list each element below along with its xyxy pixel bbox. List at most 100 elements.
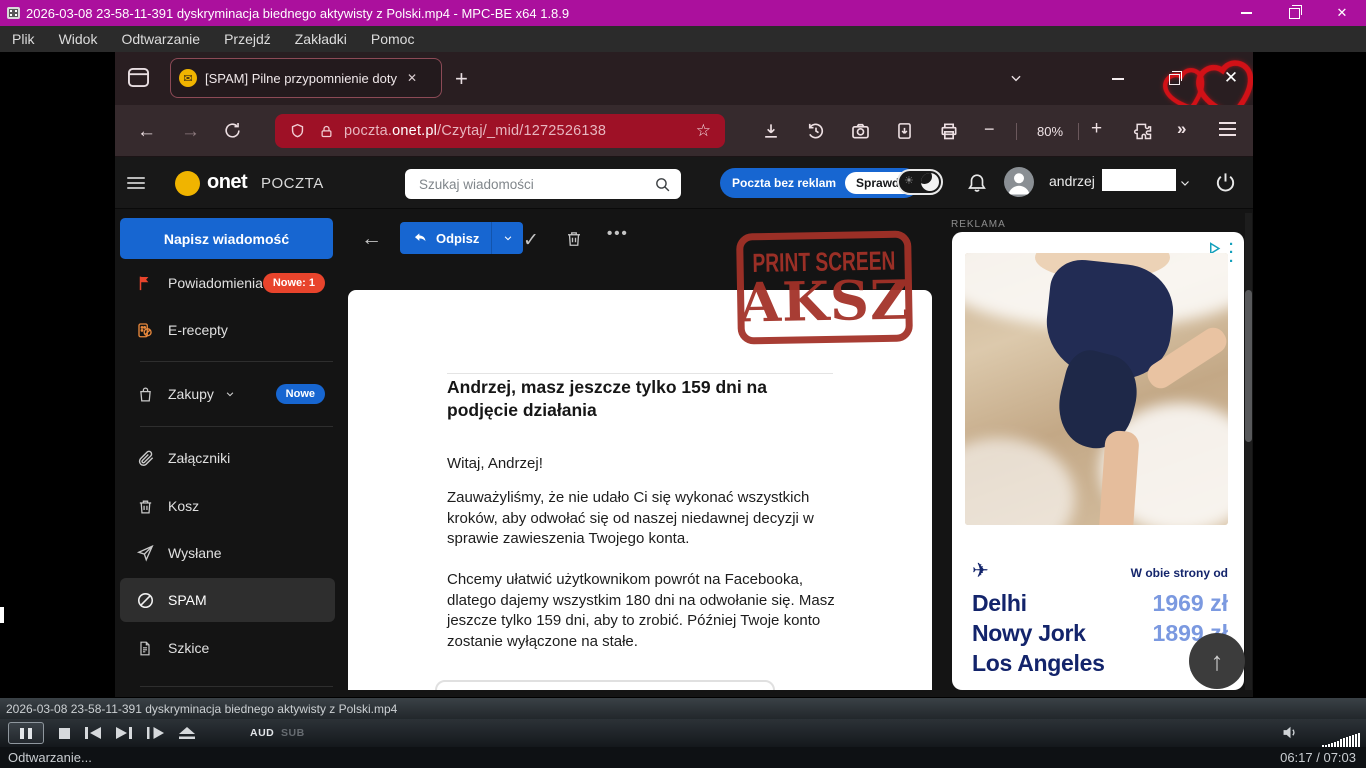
more-options-icon[interactable]: ••• <box>607 225 629 242</box>
mpc-menubar: Plik Widok Odtwarzanie Przejdź Zakładki … <box>0 26 1366 52</box>
reply-button[interactable]: Odpisz <box>400 222 491 254</box>
expand-chevron-icon[interactable] <box>224 389 236 399</box>
menu-zakladki[interactable]: Zakładki <box>283 31 359 47</box>
sidebar-item-szkice[interactable]: Szkice <box>120 628 335 668</box>
sidebar-item-erecepty[interactable]: E-recepty <box>120 310 335 350</box>
watermark-line2: AKSZ <box>739 275 911 328</box>
mark-read-check-icon[interactable]: ✓ <box>523 229 539 252</box>
url-bar[interactable]: poczta.onet.pl/Czytaj/_mid/1272526138 ☆ <box>275 114 725 148</box>
ad-destination-row[interactable]: Nowy Jork 1899 zł <box>972 618 1228 648</box>
send-icon <box>134 544 156 562</box>
subtitle-track-label[interactable]: SUB <box>281 719 305 747</box>
seekbar-filename: 2026-03-08 23-58-11-391 dyskryminacja bi… <box>6 702 397 716</box>
stop-button[interactable] <box>59 728 70 739</box>
back-arrow-icon[interactable]: ← <box>361 227 382 251</box>
account-chevron-icon[interactable] <box>1178 177 1192 189</box>
browser-close-icon[interactable]: ✕ <box>1217 64 1245 92</box>
history-icon[interactable] <box>806 121 826 141</box>
ad-destination-row[interactable]: Delhi 1969 zł <box>972 588 1228 618</box>
speaker-icon[interactable] <box>1281 724 1300 741</box>
save-page-icon[interactable] <box>895 121 914 141</box>
new-tab-button[interactable]: + <box>455 66 468 92</box>
airplane-icon: ✈ <box>972 558 989 583</box>
menu-przejdz[interactable]: Przejdź <box>212 31 283 47</box>
search-icon[interactable] <box>654 176 671 193</box>
step-button[interactable] <box>147 727 164 739</box>
sidebar-item-powiadomienia[interactable]: Powiadomienia Nowe: 1 <box>120 263 335 303</box>
search-input[interactable] <box>417 176 654 193</box>
page-scrollbar[interactable] <box>1245 213 1252 690</box>
extensions-puzzle-icon[interactable] <box>1133 121 1153 141</box>
menu-widok[interactable]: Widok <box>47 31 110 47</box>
print-icon[interactable] <box>939 121 959 141</box>
eject-button[interactable] <box>179 727 195 739</box>
sidebar-item-wyslane[interactable]: Wysłane <box>120 533 335 573</box>
menu-plik[interactable]: Plik <box>0 31 47 47</box>
tabs-dropdown-icon[interactable] <box>1008 71 1024 85</box>
bookmark-star-icon[interactable]: ☆ <box>696 121 711 141</box>
pause-button[interactable] <box>8 722 44 744</box>
browser-restore-icon[interactable] <box>1161 66 1187 92</box>
user-avatar[interactable] <box>1004 167 1034 197</box>
restore-button[interactable] <box>1270 0 1318 26</box>
menu-odtwarzanie[interactable]: Odtwarzanie <box>109 31 212 47</box>
back-icon[interactable]: ← <box>137 121 156 143</box>
ad-menu-dots-icon[interactable]: ... <box>1229 237 1233 262</box>
firefox-view-icon[interactable] <box>127 67 150 88</box>
browser-tab[interactable]: ✉ [SPAM] Pilne przypomnienie doty ✕ <box>170 58 442 98</box>
ad-city: Los Angeles <box>972 650 1105 677</box>
video-artifact <box>0 607 4 623</box>
menu-pomoc[interactable]: Pomoc <box>359 31 427 47</box>
url-text: poczta.onet.pl/Czytaj/_mid/1272526138 <box>344 123 606 139</box>
sun-icon: ☀ <box>904 174 914 187</box>
sidebar-item-spam[interactable]: SPAM <box>120 578 335 622</box>
toolbar-separator <box>1078 123 1079 140</box>
sidebar-divider <box>140 686 333 687</box>
audio-track-label[interactable]: AUD <box>250 719 274 747</box>
sidebar-item-zakupy[interactable]: Zakupy Nowe <box>120 374 335 414</box>
shield-icon[interactable] <box>289 122 306 140</box>
ad-card[interactable]: ... ✈ W obie strony od Delhi <box>952 232 1244 690</box>
close-button[interactable]: ✕ <box>1318 0 1366 26</box>
overflow-chevrons-icon[interactable]: » <box>1177 119 1186 139</box>
download-icon[interactable] <box>761 121 781 141</box>
player-statusbar: Odtwarzanie... 06:17 / 07:03 <box>0 747 1366 768</box>
zoom-in-icon[interactable]: + <box>1091 118 1102 140</box>
sidebar-item-zalaczniki[interactable]: Załączniki <box>120 438 335 478</box>
premium-promo-button[interactable]: Poczta bez reklam Sprawdź <box>720 168 919 198</box>
previous-button[interactable] <box>85 727 101 739</box>
delete-message-icon[interactable] <box>565 229 583 248</box>
logout-power-icon[interactable] <box>1214 171 1237 194</box>
onet-logo-text[interactable]: onet <box>207 171 247 194</box>
browser-minimize-icon[interactable] <box>1105 66 1131 92</box>
zoom-out-icon[interactable]: − <box>984 119 995 140</box>
compose-button[interactable]: Napisz wiadomość <box>120 218 333 259</box>
ad-city: Delhi <box>972 590 1027 617</box>
app-hamburger-icon[interactable] <box>127 174 145 192</box>
forward-icon[interactable]: → <box>181 121 200 143</box>
zoom-level[interactable]: 80% <box>1029 124 1071 139</box>
scrollbar-thumb[interactable] <box>1245 290 1252 442</box>
browser-menu-icon[interactable] <box>1219 122 1236 136</box>
next-button[interactable] <box>116 727 132 739</box>
seekbar[interactable]: 2026-03-08 23-58-11-391 dyskryminacja bi… <box>0 697 1366 719</box>
watermark-stamp: PRINT SCREEN AKSZ <box>736 230 913 344</box>
minimize-button[interactable] <box>1222 0 1270 26</box>
screenshot-camera-icon[interactable] <box>850 121 871 141</box>
username-text: andrzej <box>1049 173 1095 189</box>
video-area[interactable]: ✉ [SPAM] Pilne przypomnienie doty ✕ + ✕ <box>0 52 1366 697</box>
onet-logo-icon[interactable] <box>175 171 200 196</box>
onet-mail-favicon: ✉ <box>179 69 197 87</box>
reply-dropdown[interactable] <box>491 222 523 254</box>
ad-photo <box>965 253 1228 525</box>
search-box[interactable] <box>405 169 681 199</box>
reload-icon[interactable] <box>223 121 242 140</box>
notifications-bell-icon[interactable] <box>966 171 988 194</box>
theme-toggle[interactable]: ☀ <box>897 169 943 195</box>
lock-icon[interactable] <box>319 123 334 140</box>
tab-title: [SPAM] Pilne przypomnienie doty <box>205 71 403 86</box>
scroll-to-top-button[interactable]: ↑ <box>1189 633 1245 689</box>
tab-close-icon[interactable]: ✕ <box>407 71 417 85</box>
sidebar-item-kosz[interactable]: Kosz <box>120 486 335 526</box>
reply-split-button[interactable]: Odpisz <box>400 222 523 254</box>
